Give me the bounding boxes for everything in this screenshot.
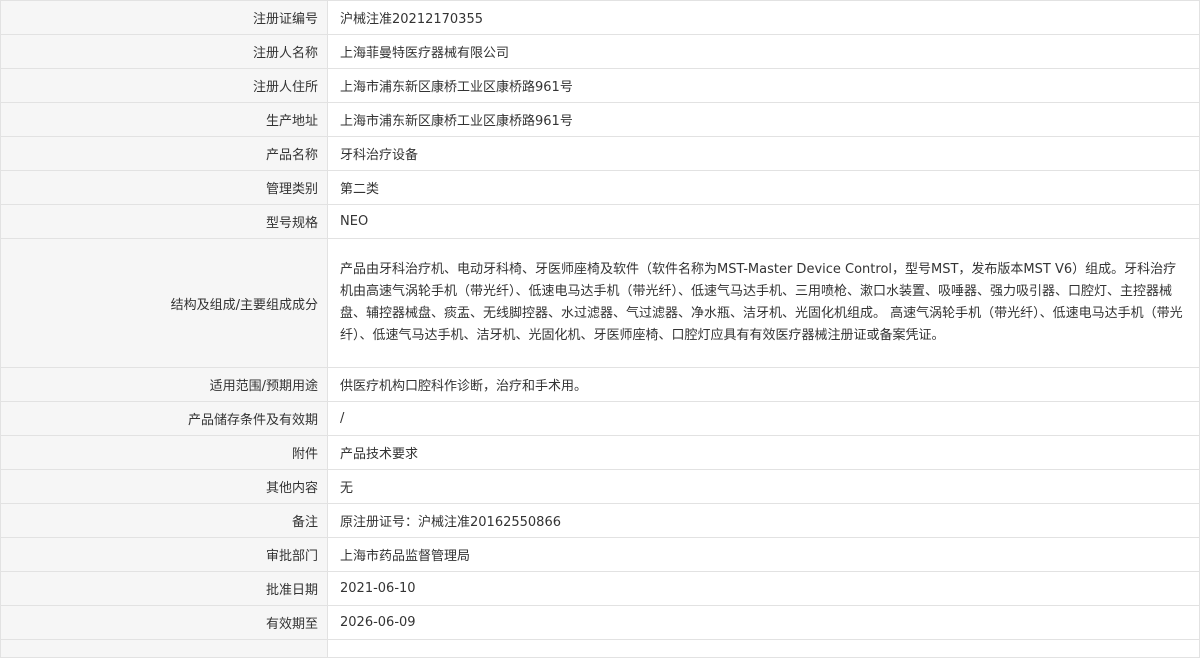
table-row-remarks: 备注 原注册证号：沪械注准20162550866 bbox=[0, 503, 1200, 538]
table-row-management-category: 管理类别 第二类 bbox=[0, 170, 1200, 205]
table-row-intended-use: 适用范围/预期用途 供医疗机构口腔科作诊断，治疗和手术用。 bbox=[0, 367, 1200, 402]
registration-detail-table: 注册证编号 沪械注准20212170355 注册人名称 上海菲曼特医疗器械有限公… bbox=[0, 0, 1200, 658]
table-row-model-spec: 型号规格 NEO bbox=[0, 204, 1200, 239]
field-label: 结构及组成/主要组成成分 bbox=[0, 238, 328, 368]
table-row-registrant-address: 注册人住所 上海市浦东新区康桥工业区康桥路961号 bbox=[0, 68, 1200, 103]
table-row-product-name: 产品名称 牙科治疗设备 bbox=[0, 136, 1200, 171]
field-value-empty bbox=[327, 639, 1200, 658]
table-row-registrant-name: 注册人名称 上海菲曼特医疗器械有限公司 bbox=[0, 34, 1200, 69]
field-value: 产品技术要求 bbox=[327, 435, 1200, 470]
table-row-attachment: 附件 产品技术要求 bbox=[0, 435, 1200, 470]
field-value: 供医疗机构口腔科作诊断，治疗和手术用。 bbox=[327, 367, 1200, 402]
field-value: 无 bbox=[327, 469, 1200, 504]
field-label: 产品名称 bbox=[0, 136, 328, 171]
field-value: 牙科治疗设备 bbox=[327, 136, 1200, 171]
field-label: 产品储存条件及有效期 bbox=[0, 401, 328, 436]
field-value: 产品由牙科治疗机、电动牙科椅、牙医师座椅及软件（软件名称为MST-Master … bbox=[327, 238, 1200, 368]
field-label: 备注 bbox=[0, 503, 328, 538]
table-row-valid-until: 有效期至 2026-06-09 bbox=[0, 605, 1200, 640]
field-label-empty bbox=[0, 639, 328, 658]
field-label: 审批部门 bbox=[0, 537, 328, 572]
field-value: NEO bbox=[327, 204, 1200, 239]
field-label: 有效期至 bbox=[0, 605, 328, 640]
field-value: / bbox=[327, 401, 1200, 436]
table-row-other-content: 其他内容 无 bbox=[0, 469, 1200, 504]
field-label: 适用范围/预期用途 bbox=[0, 367, 328, 402]
field-label: 其他内容 bbox=[0, 469, 328, 504]
field-label: 注册人名称 bbox=[0, 34, 328, 69]
table-row-structure-composition: 结构及组成/主要组成成分 产品由牙科治疗机、电动牙科椅、牙医师座椅及软件（软件名… bbox=[0, 238, 1200, 368]
table-row-storage-validity: 产品储存条件及有效期 / bbox=[0, 401, 1200, 436]
table-row-approval-department: 审批部门 上海市药品监督管理局 bbox=[0, 537, 1200, 572]
field-value: 原注册证号：沪械注准20162550866 bbox=[327, 503, 1200, 538]
field-label: 注册人住所 bbox=[0, 68, 328, 103]
field-label: 管理类别 bbox=[0, 170, 328, 205]
field-label: 附件 bbox=[0, 435, 328, 470]
field-value: 上海市浦东新区康桥工业区康桥路961号 bbox=[327, 68, 1200, 103]
field-value: 上海市药品监督管理局 bbox=[327, 537, 1200, 572]
field-value: 2021-06-10 bbox=[327, 571, 1200, 606]
field-label: 型号规格 bbox=[0, 204, 328, 239]
field-value: 2026-06-09 bbox=[327, 605, 1200, 640]
field-value: 沪械注准20212170355 bbox=[327, 0, 1200, 35]
field-label: 生产地址 bbox=[0, 102, 328, 137]
table-row-production-address: 生产地址 上海市浦东新区康桥工业区康桥路961号 bbox=[0, 102, 1200, 137]
field-label: 注册证编号 bbox=[0, 0, 328, 35]
field-label: 批准日期 bbox=[0, 571, 328, 606]
field-value: 上海菲曼特医疗器械有限公司 bbox=[327, 34, 1200, 69]
table-row-partial bbox=[0, 639, 1200, 658]
table-row-approval-date: 批准日期 2021-06-10 bbox=[0, 571, 1200, 606]
field-value: 上海市浦东新区康桥工业区康桥路961号 bbox=[327, 102, 1200, 137]
table-row-registration-number: 注册证编号 沪械注准20212170355 bbox=[0, 0, 1200, 35]
field-value: 第二类 bbox=[327, 170, 1200, 205]
